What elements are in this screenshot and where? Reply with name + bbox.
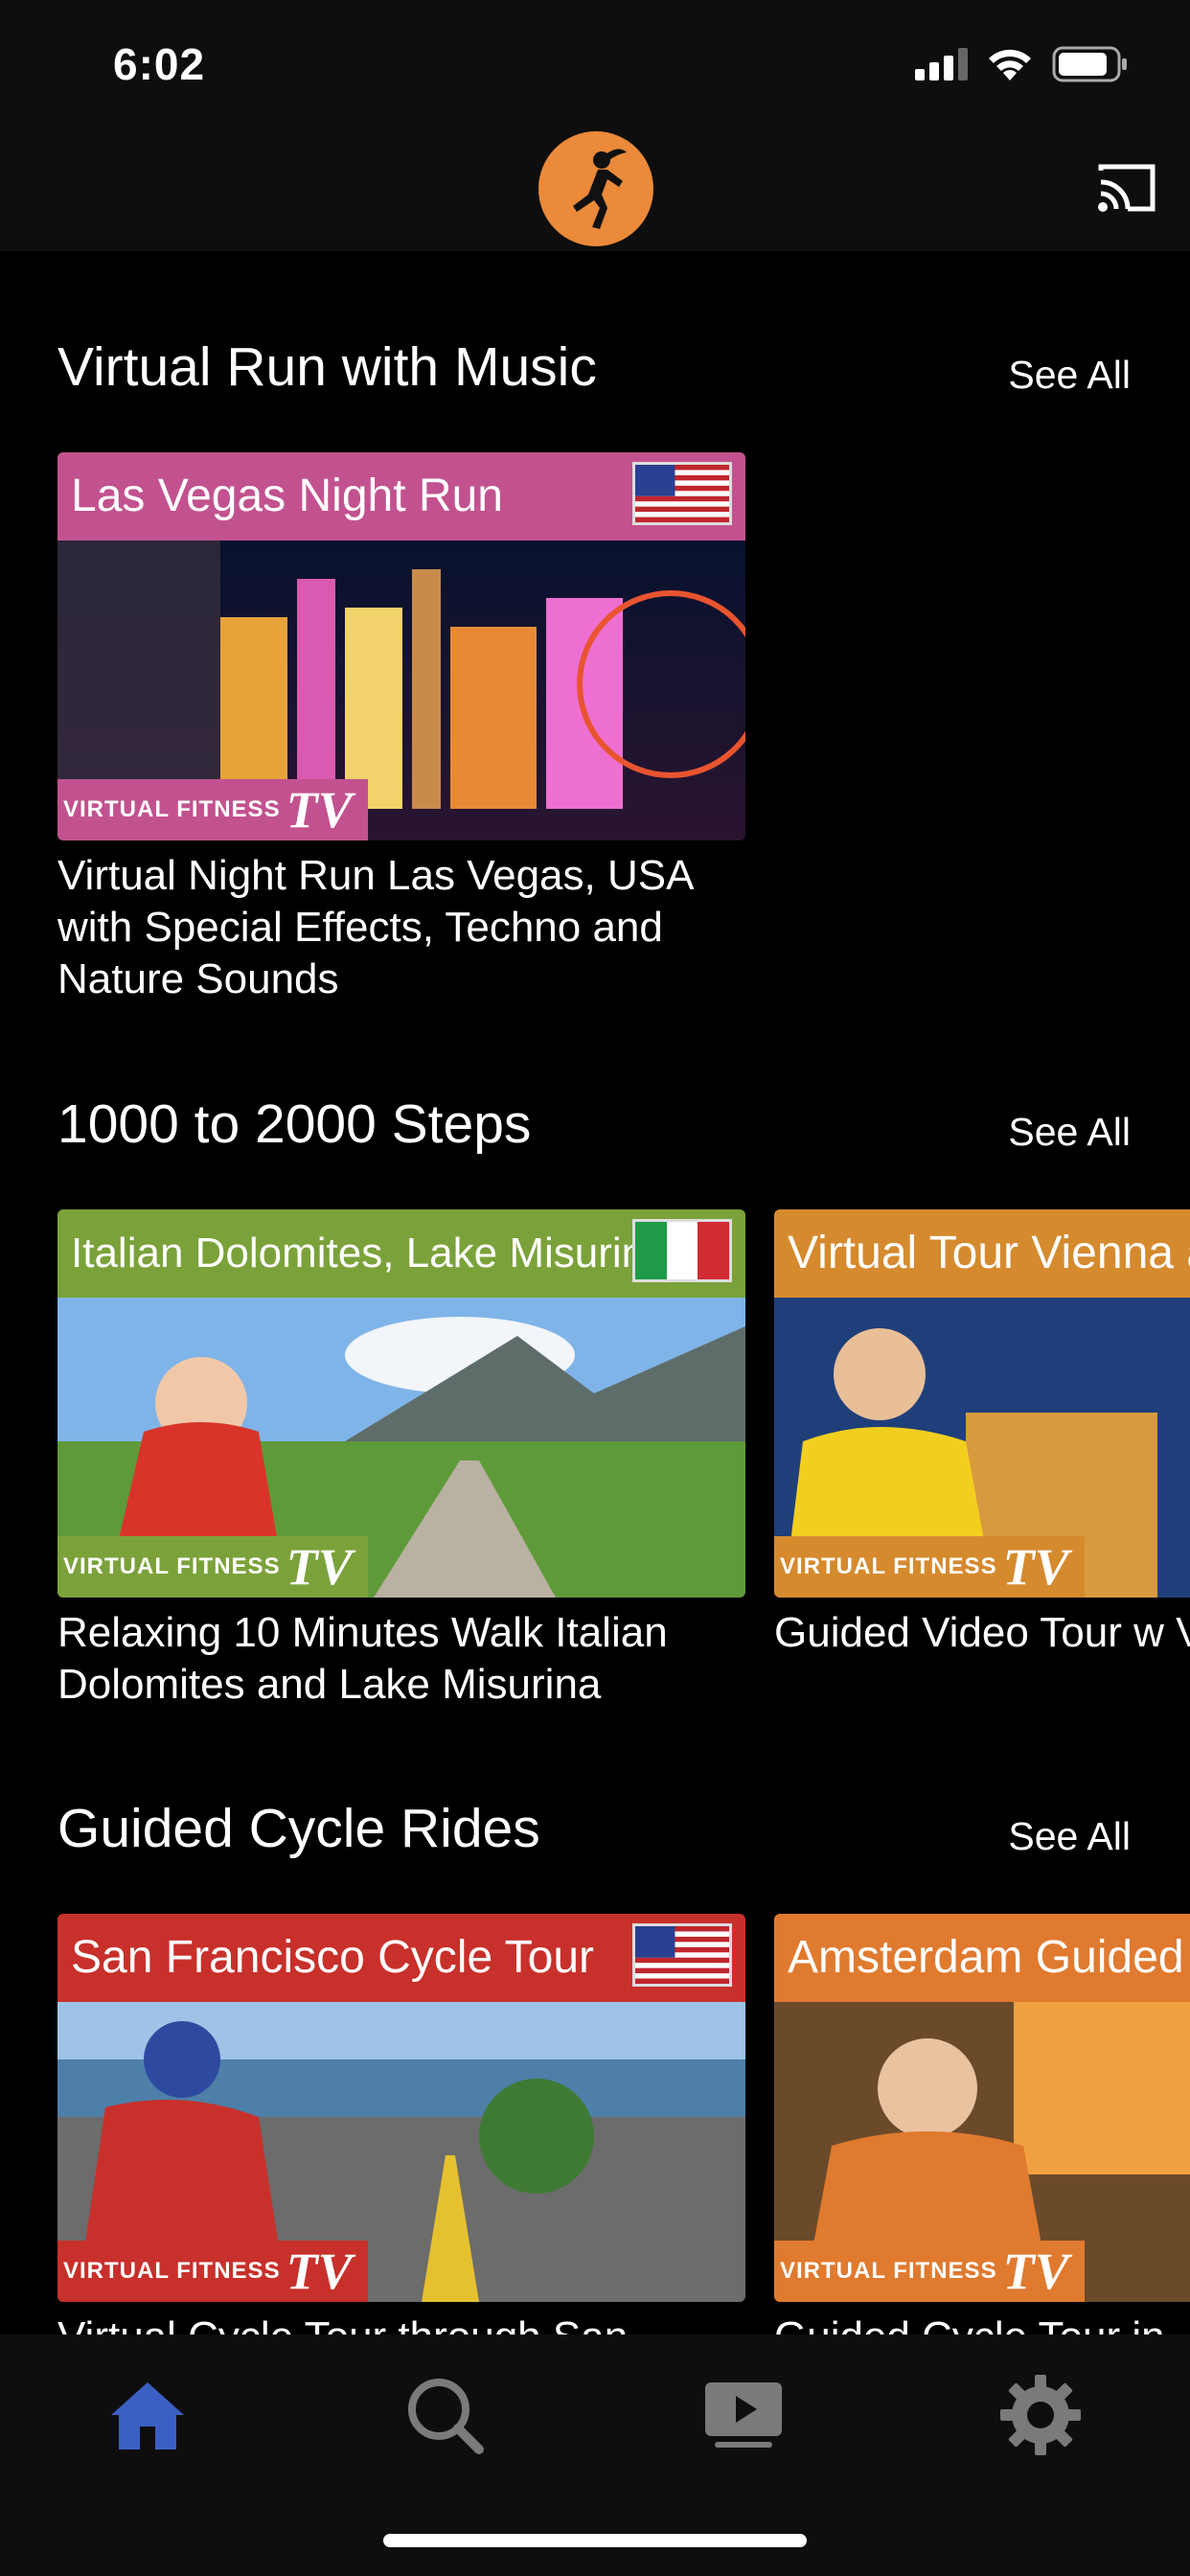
home-indicator[interactable] bbox=[383, 2534, 807, 2547]
brand-badge: VIRTUAL FITNESS TV bbox=[57, 1536, 368, 1598]
runner-logo-icon[interactable] bbox=[538, 131, 653, 246]
brand-badge: VIRTUAL FITNESS TV bbox=[57, 2241, 368, 2302]
video-card[interactable]: Italian Dolomites, Lake Misurina VIRTUAL… bbox=[57, 1209, 745, 1711]
card-title[interactable]: Relaxing 10 Minutes Walk Italian Dolomit… bbox=[57, 1607, 745, 1711]
card-row[interactable]: Las Vegas Night Run VIRTUAL FITNESS TV V… bbox=[0, 452, 1190, 1027]
card-title[interactable]: Virtual Night Run Las Vegas, USA with Sp… bbox=[57, 850, 745, 1005]
see-all-button[interactable]: See All bbox=[1008, 1110, 1131, 1155]
video-thumbnail[interactable]: Amsterdam Guided VIRTUAL FITNESS TV bbox=[774, 1914, 1190, 2302]
thumbnail-banner: Virtual Tour Vienna a bbox=[774, 1209, 1190, 1298]
cellular-signal-icon bbox=[915, 48, 968, 80]
italy-flag-icon bbox=[632, 1219, 732, 1282]
video-card[interactable]: San Francisco Cycle Tour VIRTUAL FITNESS… bbox=[57, 1914, 745, 2340]
usa-flag-icon bbox=[632, 1923, 732, 1987]
search-icon[interactable] bbox=[402, 2373, 487, 2457]
card-row[interactable]: Italian Dolomites, Lake Misurina VIRTUAL… bbox=[0, 1209, 1190, 1784]
brand-badge: VIRTUAL FITNESS TV bbox=[57, 779, 368, 840]
wifi-icon bbox=[989, 49, 1031, 80]
card-title[interactable]: Guided Video Tour w Vienna at Night, Aus bbox=[774, 1607, 1190, 1659]
see-all-button[interactable]: See All bbox=[1008, 1814, 1131, 1859]
see-all-button[interactable]: See All bbox=[1008, 353, 1131, 398]
video-thumbnail[interactable]: San Francisco Cycle Tour VIRTUAL FITNESS… bbox=[57, 1914, 745, 2302]
section-title: 1000 to 2000 Steps bbox=[57, 1093, 532, 1155]
battery-icon bbox=[1052, 46, 1127, 82]
card-row[interactable]: San Francisco Cycle Tour VIRTUAL FITNESS… bbox=[0, 1914, 1190, 2340]
usa-flag-icon bbox=[632, 462, 732, 525]
video-library-icon[interactable] bbox=[701, 2373, 786, 2457]
brand-badge: VIRTUAL FITNESS TV bbox=[774, 1536, 1085, 1598]
video-thumbnail[interactable]: Las Vegas Night Run VIRTUAL FITNESS TV bbox=[57, 452, 745, 840]
video-thumbnail[interactable]: Virtual Tour Vienna a VIRTUAL FITNESS TV bbox=[774, 1209, 1190, 1598]
video-thumbnail[interactable]: Italian Dolomites, Lake Misurina VIRTUAL… bbox=[57, 1209, 745, 1598]
section-title: Virtual Run with Music bbox=[57, 336, 597, 398]
header-bar: 6:02 bbox=[0, 0, 1190, 251]
cast-icon[interactable] bbox=[1097, 163, 1156, 213]
video-card[interactable]: Virtual Tour Vienna a VIRTUAL FITNESS TV… bbox=[774, 1209, 1190, 1659]
gear-icon[interactable] bbox=[998, 2373, 1083, 2457]
section-title: Guided Cycle Rides bbox=[57, 1798, 540, 1859]
video-card[interactable]: Amsterdam Guided VIRTUAL FITNESS TV Guid… bbox=[774, 1914, 1190, 2340]
thumbnail-banner: Amsterdam Guided bbox=[774, 1914, 1190, 2002]
home-icon[interactable] bbox=[105, 2373, 190, 2457]
brand-badge: VIRTUAL FITNESS TV bbox=[774, 2241, 1085, 2302]
status-time: 6:02 bbox=[113, 39, 206, 89]
video-card[interactable]: Las Vegas Night Run VIRTUAL FITNESS TV V… bbox=[57, 452, 745, 1005]
